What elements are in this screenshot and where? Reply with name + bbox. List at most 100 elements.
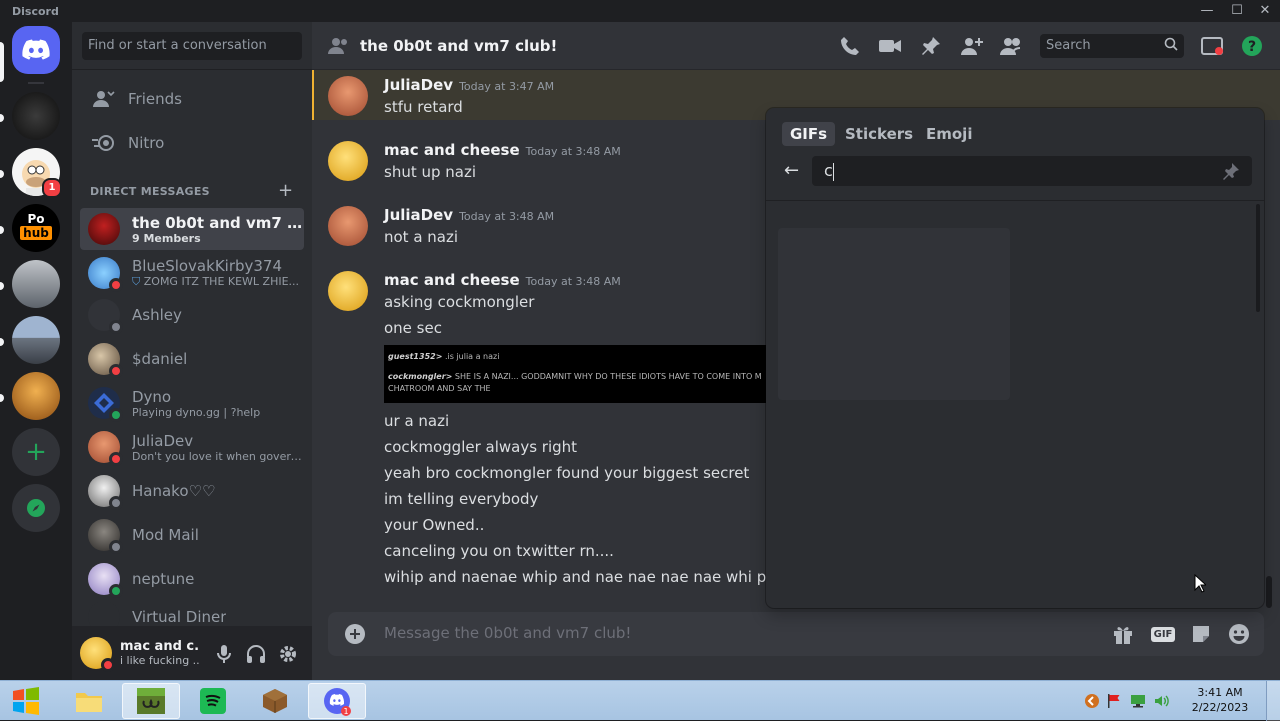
author-name[interactable]: mac and cheese [384, 271, 520, 289]
dm-name: $daniel [132, 350, 188, 368]
close-icon[interactable]: ✕ [1254, 2, 1276, 20]
back-arrow-icon[interactable]: ← [784, 160, 799, 181]
network-icon[interactable] [1130, 693, 1146, 709]
dm-item[interactable]: Dyno Playing dyno.gg | ?help [80, 382, 304, 424]
message-avatar[interactable] [328, 76, 368, 116]
unread-indicator [0, 338, 4, 346]
author-name[interactable]: JuliaDev [384, 76, 453, 94]
message-avatar[interactable] [328, 271, 368, 311]
clear-search-icon[interactable] [1222, 162, 1240, 184]
message-text: stfu retard [384, 98, 463, 116]
server-icon-hub[interactable]: Po hub [12, 204, 60, 252]
nav-friends[interactable]: Friends [80, 78, 304, 120]
add-server-icon[interactable]: + [12, 428, 60, 476]
tab-emoji[interactable]: Emoji [918, 122, 980, 146]
pin-icon[interactable] [919, 34, 943, 58]
message-author[interactable]: JuliaDev Today at 3:48 AM [384, 206, 554, 224]
message-avatar[interactable] [328, 141, 368, 181]
gif-search-input[interactable]: c [812, 156, 1252, 186]
emoji-icon[interactable] [1228, 623, 1250, 645]
gif-loading-placeholder [778, 228, 1010, 400]
server-icon-building[interactable] [12, 316, 60, 364]
dm-name: Mod Mail [132, 526, 199, 544]
server-icon-dark[interactable] [12, 92, 60, 140]
gif-label: GIF [1150, 626, 1176, 642]
minimize-icon[interactable]: — [1196, 2, 1218, 20]
message-text: wihip and naenae whip and nae nae nae na… [384, 568, 824, 586]
help-icon[interactable]: ? [1240, 34, 1264, 58]
inbox-icon[interactable] [1200, 34, 1224, 58]
dm-item[interactable]: the 0b0t and vm7 club!9 Members [80, 208, 304, 250]
dm-item[interactable]: JuliaDev Don't you love it when govern... [80, 426, 304, 468]
minecraft-launcher-taskbar-icon[interactable] [122, 683, 180, 719]
text-caret [832, 162, 834, 181]
dm-name: Dyno [132, 387, 172, 406]
start-button[interactable] [0, 683, 52, 719]
settings-gear-icon[interactable] [278, 644, 298, 664]
dm-item[interactable]: Hanako♡♡ [80, 470, 304, 512]
gift-icon[interactable] [1112, 623, 1134, 645]
server-icon-burger[interactable] [12, 372, 60, 420]
server-icon-photo[interactable] [12, 260, 60, 308]
dm-item[interactable]: BlueSlovakKirby374 ⛉ ZOMG ITZ THE KEWL ZH… [80, 252, 304, 294]
image-attachment[interactable]: guest1352> .is julia a nazi cockmongler>… [384, 345, 784, 403]
title-bar: Discord — ☐ ✕ [0, 0, 1280, 22]
tab-gifs[interactable]: GIFs [782, 122, 836, 146]
message-avatar[interactable] [328, 206, 368, 246]
tray-arrow-icon[interactable] [1084, 693, 1100, 709]
upload-plus-icon[interactable] [344, 623, 366, 645]
spotify-icon[interactable] [184, 683, 242, 719]
file-explorer-icon[interactable] [60, 683, 118, 719]
show-desktop-button[interactable] [1266, 681, 1280, 721]
message-author[interactable]: JuliaDev Today at 3:47 AM [384, 76, 554, 94]
volume-icon[interactable] [1154, 693, 1170, 709]
channel-name: the 0b0t and vm7 club! [360, 36, 558, 55]
find-conversation-input[interactable]: Find or start a conversation [82, 32, 302, 60]
video-call-icon[interactable] [878, 34, 902, 58]
message-text: canceling you on txwitter rn.... [384, 542, 614, 560]
dm-item[interactable]: Mod Mail [80, 514, 304, 556]
group-dm-icon [328, 34, 352, 58]
message-text: yeah bro cockmongler found your biggest … [384, 464, 750, 482]
unread-indicator [0, 394, 4, 402]
tab-stickers[interactable]: Stickers [837, 122, 921, 146]
chat-scrollbar[interactable] [1266, 576, 1272, 608]
message-composer[interactable]: Message the 0b0t and vm7 club! GIF [328, 612, 1264, 656]
member-list-icon[interactable] [1000, 34, 1024, 58]
message-text: cockmoggler always right [384, 438, 578, 456]
clock-date: 2/22/2023 [1191, 701, 1249, 714]
discord-home-icon[interactable] [12, 26, 60, 74]
microphone-icon[interactable] [214, 644, 234, 664]
system-clock[interactable]: 3:41 AM 2/22/2023 [1180, 685, 1260, 715]
add-friends-icon[interactable] [960, 34, 984, 58]
voice-call-icon[interactable] [838, 34, 862, 58]
action-center-flag-icon[interactable] [1106, 693, 1122, 709]
dm-item[interactable]: Ashley [80, 294, 304, 336]
search-icon [1164, 37, 1178, 55]
minecraft-block-icon[interactable] [246, 683, 304, 719]
search-input[interactable]: Search [1040, 34, 1184, 58]
create-dm-icon[interactable]: + [278, 180, 293, 201]
embed-text: SHE IS A NAZI... GODDAMNIT WHY DO THESE … [454, 372, 762, 381]
gif-picker: GIFs Stickers Emoji ← c [766, 108, 1264, 608]
status-offline-icon [109, 496, 123, 510]
gif-button[interactable]: GIF [1150, 623, 1176, 645]
author-name[interactable]: mac and cheese [384, 141, 520, 159]
headphones-icon[interactable] [246, 644, 266, 664]
explore-icon[interactable] [12, 484, 60, 532]
message-author[interactable]: mac and cheese Today at 3:48 AM [384, 141, 621, 159]
unread-indicator [0, 114, 4, 122]
picker-scrollbar[interactable] [1256, 204, 1260, 312]
message-author[interactable]: mac and cheese Today at 3:48 AM [384, 271, 621, 289]
dm-item[interactable]: neptune [80, 558, 304, 600]
home-indicator [0, 42, 4, 82]
dm-item[interactable]: $daniel [80, 338, 304, 380]
status-offline-icon [109, 320, 123, 334]
maximize-icon[interactable]: ☐ [1226, 2, 1248, 20]
discord-taskbar-icon[interactable]: 1 [308, 683, 366, 719]
status-dnd-icon [101, 658, 115, 672]
nav-nitro[interactable]: Nitro [80, 122, 304, 164]
author-name[interactable]: JuliaDev [384, 206, 453, 224]
sticker-icon[interactable] [1190, 623, 1212, 645]
message-timestamp: Today at 3:48 AM [459, 210, 555, 223]
